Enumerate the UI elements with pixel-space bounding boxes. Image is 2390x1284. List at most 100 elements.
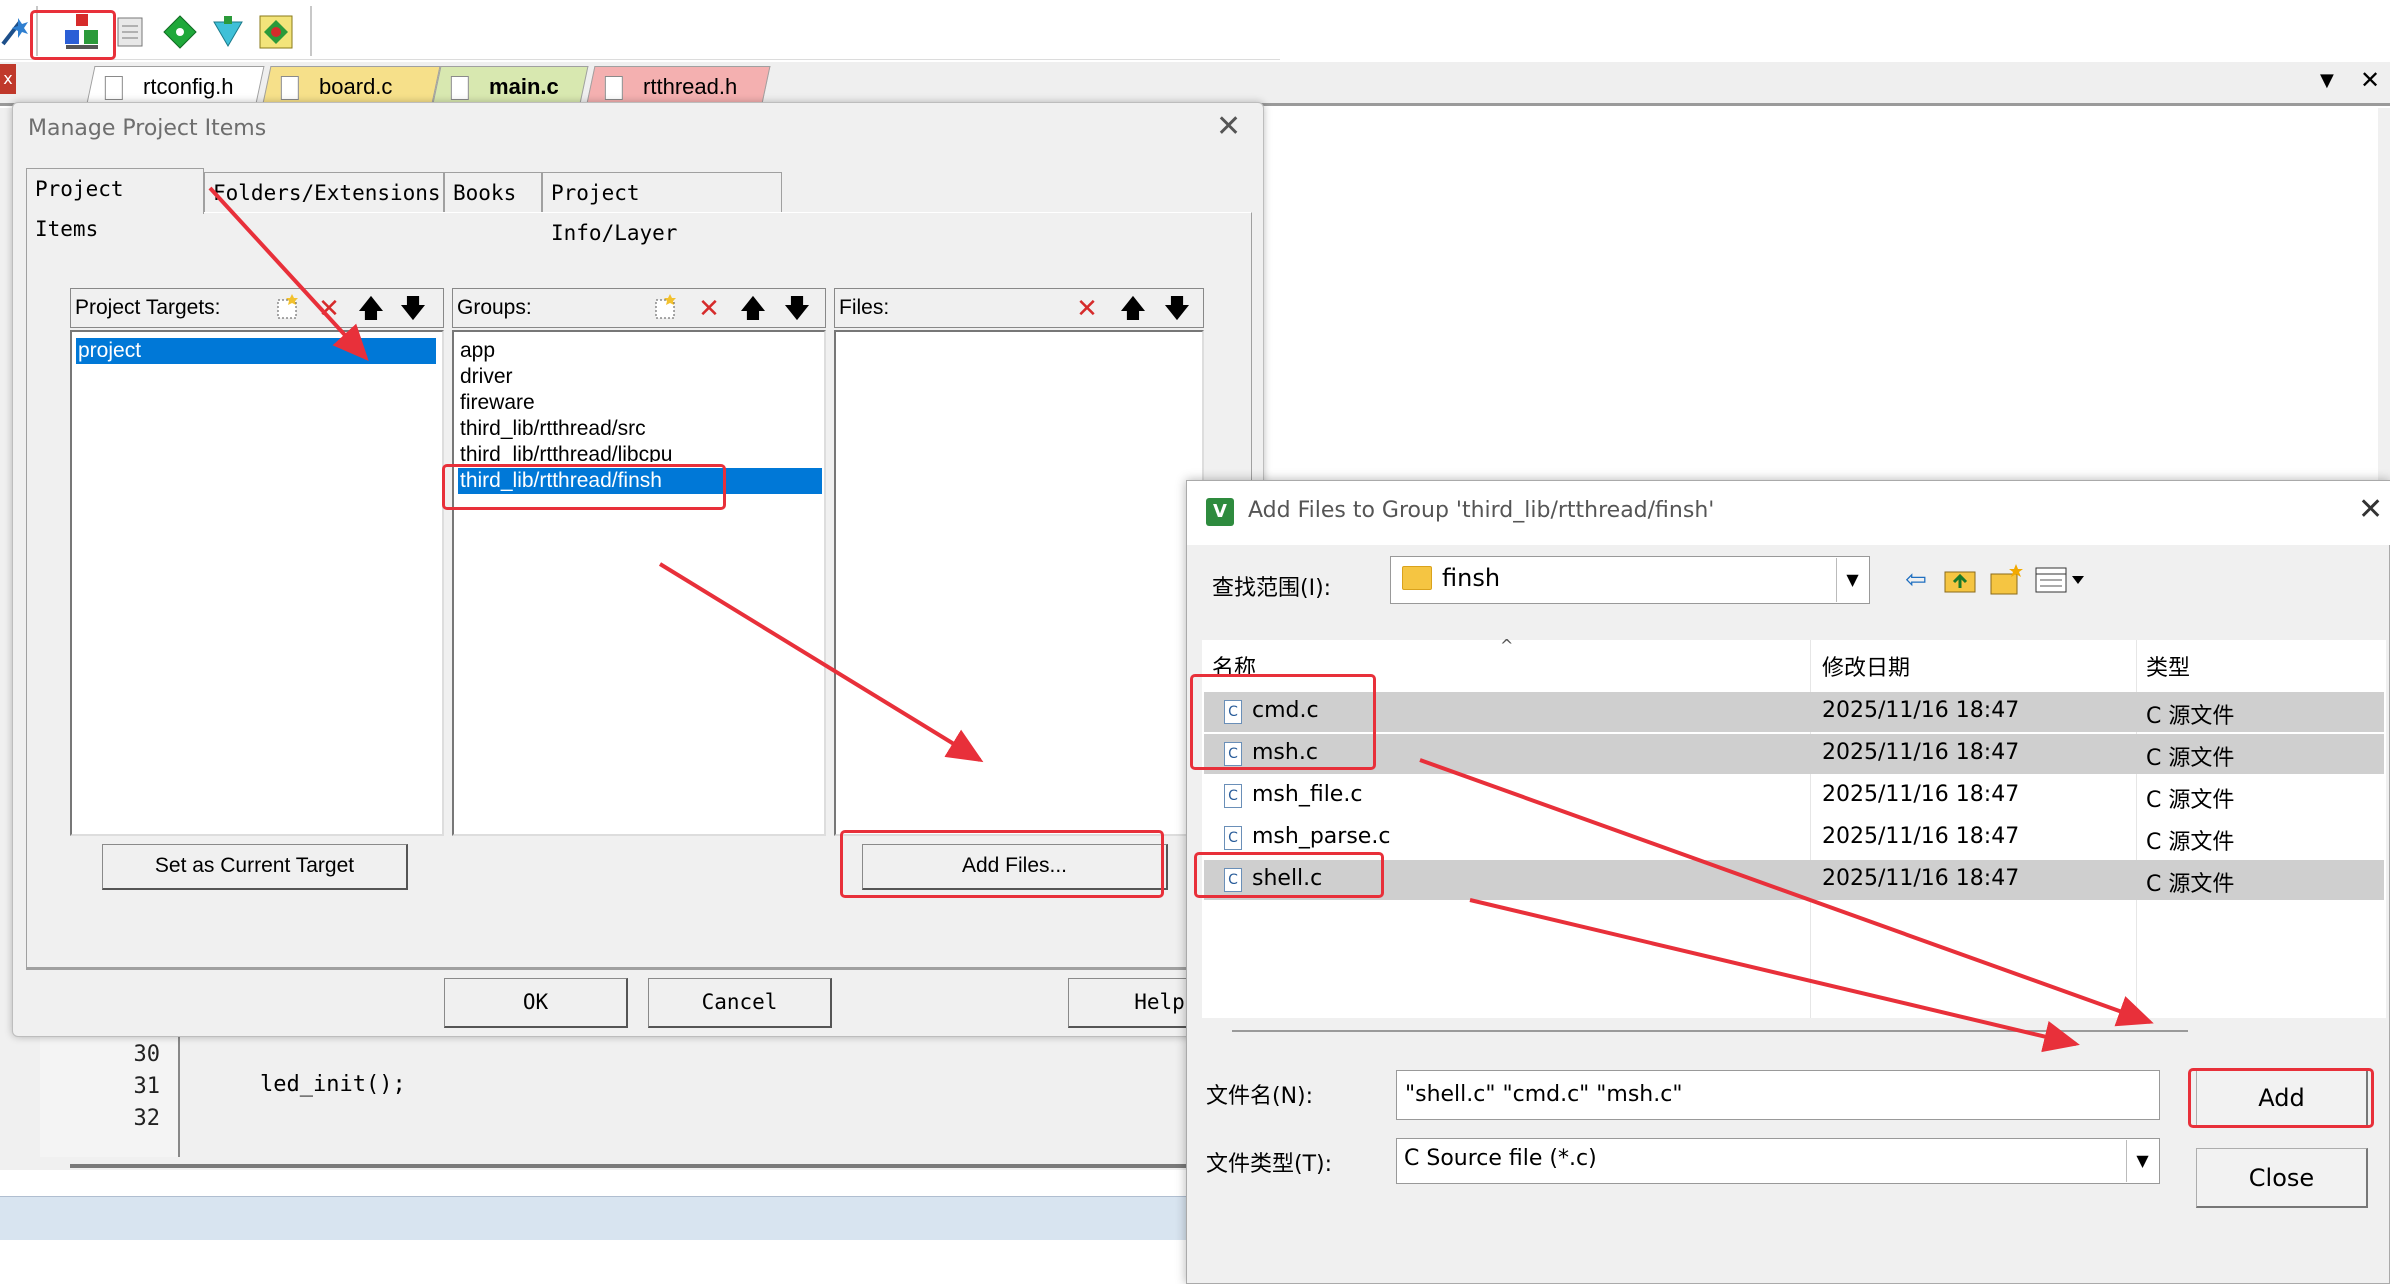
tab-board-c[interactable]: board.c xyxy=(262,66,441,106)
back-icon[interactable]: ⇦ xyxy=(1896,560,1936,600)
folder-icon xyxy=(1402,566,1432,590)
file-row[interactable]: C shell.c 2025/11/16 18:47 C 源文件 xyxy=(1204,860,2384,900)
file-row[interactable]: C msh.c 2025/11/16 18:47 C 源文件 xyxy=(1204,734,2384,774)
file-name-input[interactable]: "shell.c" "cmd.c" "msh.c" xyxy=(1396,1070,2160,1120)
move-up-icon[interactable]: 🡅 xyxy=(735,292,771,324)
dialog-title: Add Files to Group 'third_lib/rtthread/f… xyxy=(1248,498,1715,523)
build-output-strip xyxy=(0,1196,1200,1240)
move-down-icon[interactable]: 🡇 xyxy=(779,292,815,324)
files-header: Files: ✕ 🡅 🡇 xyxy=(834,288,1204,328)
tab-close-icon[interactable]: ✕ xyxy=(2360,66,2380,94)
file-type: C 源文件 xyxy=(2146,704,2235,729)
groups-header: Groups: ✕ 🡅 🡇 xyxy=(452,288,826,328)
horizontal-scrollbar[interactable] xyxy=(70,1164,1200,1168)
file-modified: 2025/11/16 18:47 xyxy=(1822,866,2020,891)
column-header-type[interactable]: 类型 xyxy=(2146,650,2190,682)
column-header-name[interactable]: 名称 xyxy=(1212,650,1256,682)
divider xyxy=(26,968,1252,970)
tab-folders-extensions[interactable]: Folders/Extensions xyxy=(204,172,444,212)
dialog-title: Manage Project Items xyxy=(28,116,267,141)
add-files-button[interactable]: Add Files... xyxy=(862,844,1168,890)
file-row[interactable]: C cmd.c 2025/11/16 18:47 C 源文件 xyxy=(1204,692,2384,732)
file-name: msh_parse.c xyxy=(1252,824,1391,849)
close-icon[interactable]: ✕ xyxy=(1216,112,1241,142)
cancel-button[interactable]: Cancel xyxy=(648,978,832,1028)
files-label: Files: xyxy=(839,296,890,319)
tab-rtconfig-h[interactable]: rtconfig.h xyxy=(86,66,265,106)
pack-installer-icon[interactable] xyxy=(256,12,296,52)
magic-wand-icon[interactable] xyxy=(0,14,30,48)
sort-arrow-icon: ^ xyxy=(1500,636,1514,655)
file-type: C 源文件 xyxy=(2146,788,2235,813)
list-item[interactable]: third_lib/rtthread/src xyxy=(458,416,646,442)
close-button[interactable]: Close xyxy=(2196,1148,2368,1208)
editor-area[interactable] xyxy=(1260,108,2390,488)
chevron-down-icon[interactable]: ▼ xyxy=(2126,1140,2158,1182)
tab-books[interactable]: Books xyxy=(444,172,542,212)
file-modified: 2025/11/16 18:47 xyxy=(1822,740,2020,765)
column-header-modified[interactable]: 修改日期 xyxy=(1822,650,1910,682)
editor-code-area[interactable] xyxy=(0,1030,1200,1170)
targets-header: Project Targets: ✕ 🡅 🡇 xyxy=(70,288,444,328)
set-current-target-button[interactable]: Set as Current Target xyxy=(102,844,408,890)
delete-file-icon[interactable]: ✕ xyxy=(1069,292,1105,324)
file-modified: 2025/11/16 18:47 xyxy=(1822,782,2020,807)
uvision-icon: V xyxy=(1206,498,1234,526)
green-diamond-icon[interactable] xyxy=(160,12,200,52)
add-button[interactable]: Add xyxy=(2196,1068,2368,1128)
file-name: msh_file.c xyxy=(1252,782,1363,807)
list-item[interactable]: fireware xyxy=(458,390,535,416)
manage-project-items-icon[interactable] xyxy=(62,12,102,52)
tab-menu-arrow-icon[interactable]: ▼ xyxy=(2320,70,2334,91)
list-item[interactable]: driver xyxy=(458,364,513,390)
line-number: 30 xyxy=(133,1042,161,1067)
view-menu-icon[interactable] xyxy=(2034,560,2090,600)
line-number-gutter: 30 31 32 xyxy=(40,1032,180,1157)
look-in-label: 查找范围(I): xyxy=(1212,576,1332,601)
up-folder-icon[interactable] xyxy=(1940,560,1980,600)
file-type-label: 文件类型(T): xyxy=(1206,1152,1333,1177)
move-up-icon[interactable]: 🡅 xyxy=(353,292,389,324)
file-name: shell.c xyxy=(1252,866,1323,891)
groups-list[interactable]: app driver fireware third_lib/rtthread/s… xyxy=(452,330,826,836)
delete-target-icon[interactable]: ✕ xyxy=(311,292,347,324)
file-modified: 2025/11/16 18:47 xyxy=(1822,824,2020,849)
tab-project-items[interactable]: Project Items xyxy=(26,168,204,241)
tab-rtthread-h[interactable]: rtthread.h xyxy=(586,66,771,106)
c-file-icon: C xyxy=(1224,826,1242,850)
file-row[interactable]: C msh_parse.c 2025/11/16 18:47 C 源文件 xyxy=(1204,818,2384,858)
file-row[interactable]: C msh_file.c 2025/11/16 18:47 C 源文件 xyxy=(1204,776,2384,816)
files-list[interactable] xyxy=(834,330,1204,836)
delete-group-icon[interactable]: ✕ xyxy=(691,292,727,324)
close-icon[interactable]: ✕ xyxy=(2358,492,2383,527)
look-in-value: finsh xyxy=(1442,564,1501,592)
code-line[interactable]: led_init(); xyxy=(260,1072,406,1097)
move-up-icon[interactable]: 🡅 xyxy=(1115,292,1151,324)
list-item[interactable]: third_lib/rtthread/libcpu xyxy=(458,442,672,462)
manage-packs-icon[interactable] xyxy=(208,12,248,52)
file-tab-bar: x rtconfig.h board.c main.c rtthread.h ▼… xyxy=(0,62,2390,106)
list-item[interactable]: app xyxy=(458,338,495,364)
move-down-icon[interactable]: 🡇 xyxy=(395,292,431,324)
c-file-icon: C xyxy=(1224,784,1242,808)
tab-project-info-layer[interactable]: Project Info/Layer xyxy=(542,172,782,245)
file-extensions-icon[interactable] xyxy=(112,12,152,52)
divider xyxy=(1232,1030,2188,1032)
chevron-down-icon[interactable]: ▼ xyxy=(1836,558,1868,602)
ok-button[interactable]: OK xyxy=(444,978,628,1028)
close-window-icon[interactable]: x xyxy=(0,64,16,94)
new-group-icon[interactable] xyxy=(647,292,683,324)
targets-list[interactable]: project xyxy=(70,330,444,836)
tab-main-c[interactable]: main.c xyxy=(432,66,589,106)
c-file-icon: C xyxy=(1224,868,1242,892)
list-item-selected[interactable]: third_lib/rtthread/finsh xyxy=(458,468,822,494)
file-type-value: C Source file (*.c) xyxy=(1404,1146,1597,1171)
new-folder-icon[interactable] xyxy=(1986,560,2026,600)
list-item[interactable]: project xyxy=(76,338,436,364)
file-modified: 2025/11/16 18:47 xyxy=(1822,698,2020,723)
move-down-icon[interactable]: 🡇 xyxy=(1159,292,1195,324)
file-name: msh.c xyxy=(1252,740,1318,765)
toolbar xyxy=(0,0,1280,60)
file-type: C 源文件 xyxy=(2146,746,2235,771)
new-target-icon[interactable] xyxy=(269,292,305,324)
